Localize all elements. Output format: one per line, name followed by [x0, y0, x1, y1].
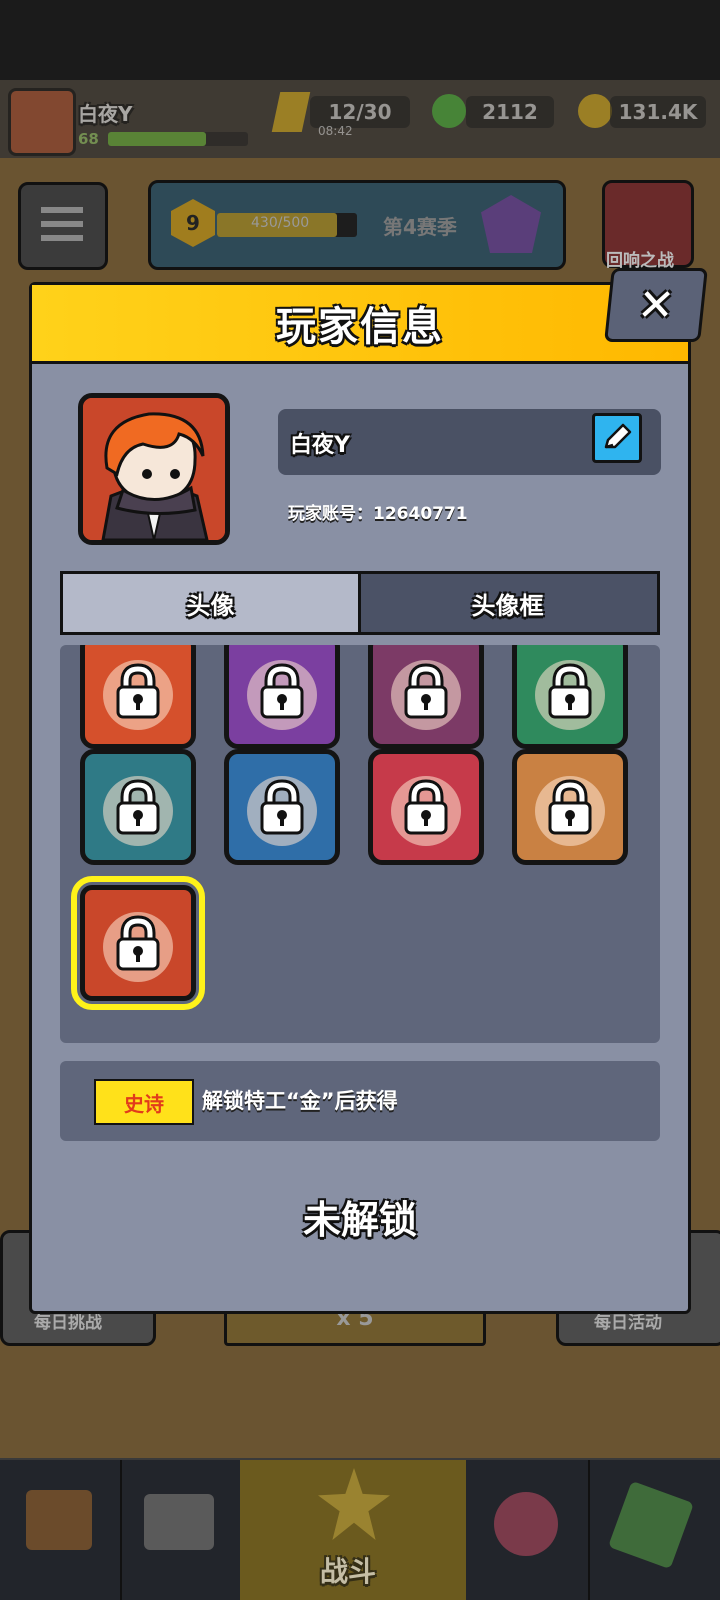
player-avatar[interactable]: [8, 88, 76, 156]
avatar-option[interactable]: [80, 645, 196, 749]
close-button[interactable]: ✕: [604, 268, 708, 342]
xp-bar: [108, 132, 248, 146]
season-pass-bar[interactable]: 9 430/500 第4赛季: [148, 180, 566, 270]
menu-button[interactable]: [18, 182, 108, 270]
energy-timer: 08:42: [318, 124, 353, 138]
lock-icon: [110, 779, 166, 835]
lock-icon: [398, 779, 454, 835]
avatar-option[interactable]: [368, 749, 484, 865]
lock-icon: [542, 779, 598, 835]
unlock-status-label: 未解锁: [302, 1198, 417, 1242]
nav-weapons[interactable]: [120, 1460, 242, 1600]
player-name: 白夜Y: [78, 102, 133, 126]
tab-avatar[interactable]: 头像: [63, 574, 361, 632]
shop-icon: [26, 1490, 92, 1550]
current-avatar: [78, 393, 230, 545]
edit-name-button[interactable]: [592, 413, 642, 463]
star-swords-icon: [318, 1468, 390, 1540]
modal-title: 玩家信息: [276, 304, 444, 350]
lock-icon: [254, 779, 310, 835]
season-rank-icon: [481, 195, 541, 253]
lock-icon: [110, 915, 166, 971]
tab-avatar-frame-label: 头像框: [471, 591, 544, 620]
card-icon: [608, 1480, 694, 1570]
bottom-navigation: 战斗: [0, 1460, 720, 1600]
lock-icon: [110, 663, 166, 719]
avatar-grid: [60, 645, 660, 1043]
nav-heroes[interactable]: [466, 1460, 590, 1600]
avatar-option[interactable]: [224, 645, 340, 749]
nav-cards[interactable]: [588, 1460, 720, 1600]
season-label: 第4赛季: [383, 215, 457, 239]
avatar-option-selected[interactable]: [71, 876, 205, 1010]
season-progress-text: 430/500: [251, 215, 310, 231]
season-level-badge: 9: [171, 199, 215, 247]
agent-portrait-icon: [83, 398, 225, 540]
energy-icon: [271, 92, 311, 132]
green-gem-icon[interactable]: [432, 94, 466, 128]
status-bar: [0, 0, 720, 80]
tab-avatar-label: 头像: [186, 591, 235, 620]
lock-icon: [254, 663, 310, 719]
avatar-option[interactable]: [512, 749, 628, 865]
unlock-status: 未解锁: [32, 1189, 688, 1244]
player-info-modal: 玩家信息 白夜Y 玩家账号：12640771 头像 头像框 史诗 解锁特工“金”…: [29, 282, 691, 1314]
green-currency-value: 2112: [466, 96, 554, 128]
avatar-option[interactable]: [80, 749, 196, 865]
nav-shop[interactable]: [0, 1460, 122, 1600]
avatar-option[interactable]: [512, 645, 628, 749]
avatar-tabs: 头像 头像框: [60, 571, 660, 635]
ball-icon: [494, 1492, 558, 1556]
lock-icon: [398, 663, 454, 719]
gold-currency-value: 131.4K: [610, 96, 706, 128]
avatar-option[interactable]: [224, 749, 340, 865]
tab-avatar-frame[interactable]: 头像框: [358, 574, 657, 632]
lock-icon: [542, 663, 598, 719]
avatar-option[interactable]: [368, 645, 484, 749]
player-name-text: 白夜Y: [290, 433, 350, 458]
gun-icon: [144, 1494, 214, 1550]
unlock-info-box: 史诗 解锁特工“金”后获得: [60, 1061, 660, 1141]
player-level: 68: [78, 130, 99, 148]
pencil-icon: [604, 423, 632, 449]
unlock-description: 解锁特工“金”后获得: [202, 1089, 398, 1113]
rarity-badge: 史诗: [94, 1079, 194, 1125]
battle-label: 战斗: [320, 1555, 377, 1588]
top-resource-bar: 白夜Y 68 12/30 08:42 2112 131.4K: [0, 80, 720, 158]
account-id: 玩家账号：12640771: [288, 504, 468, 524]
gold-coin-icon[interactable]: [578, 94, 612, 128]
close-icon: ✕: [634, 279, 678, 331]
nav-battle[interactable]: 战斗: [240, 1460, 466, 1600]
modal-header: 玩家信息: [32, 285, 688, 364]
